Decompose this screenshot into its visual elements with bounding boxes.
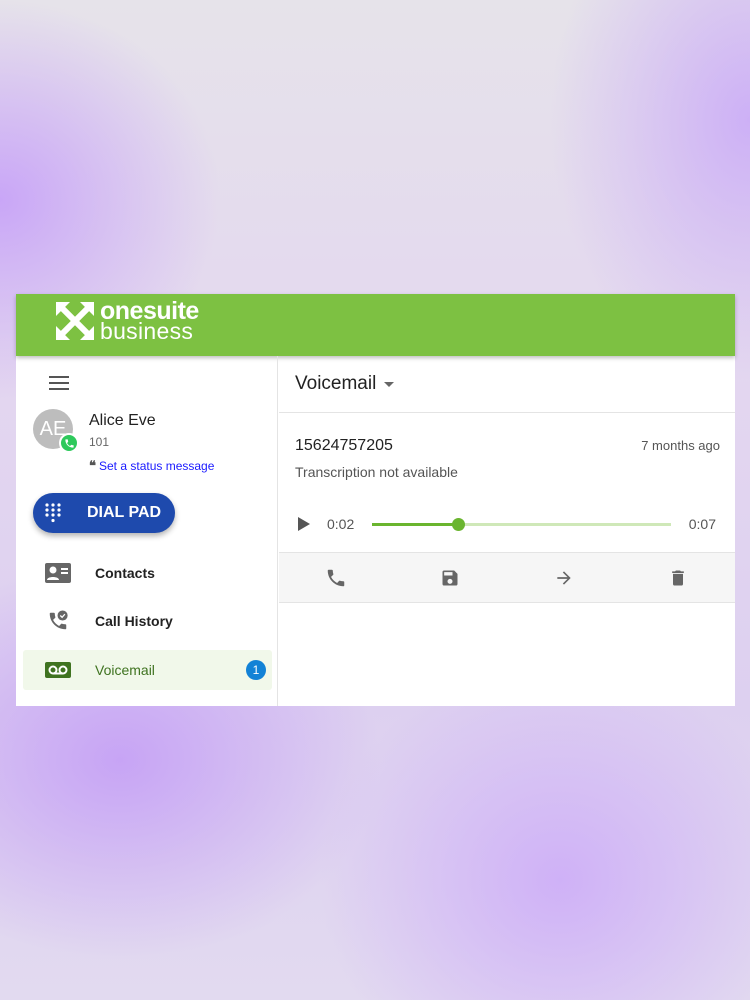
set-status-link[interactable]: ❝ Set a status message xyxy=(89,458,214,474)
call-history-icon xyxy=(45,610,71,632)
transcription-text: Transcription not available xyxy=(295,464,458,480)
page-title: Voicemail xyxy=(295,373,377,394)
call-back-button[interactable] xyxy=(279,553,393,602)
nav-label: Contacts xyxy=(95,565,155,581)
app-window: onesuite business AE Alice Eve 101 ❝ Set a… xyxy=(16,294,735,706)
voicemail-item[interactable]: 15624757205 7 months ago Transcription n… xyxy=(279,413,735,553)
status-link-text: Set a status message xyxy=(99,459,215,473)
presence-phone-icon xyxy=(59,433,79,453)
brand-logo: onesuite business xyxy=(54,299,199,344)
delete-icon xyxy=(672,570,684,585)
dial-pad-label: DIAL PAD xyxy=(87,504,162,521)
nav-item-contacts[interactable]: Contacts xyxy=(23,553,272,593)
dial-pad-button[interactable]: DIAL PAD xyxy=(33,493,175,533)
timestamp: 7 months ago xyxy=(641,438,720,453)
top-bar: onesuite business xyxy=(16,294,735,356)
sidebar: AE Alice Eve 101 ❝ Set a status message D… xyxy=(16,356,278,706)
hamburger-menu-icon[interactable] xyxy=(49,376,69,390)
delete-button[interactable] xyxy=(621,553,735,602)
quote-icon: ❝ xyxy=(89,458,96,473)
logo-text-line2: business xyxy=(100,318,194,344)
save-button[interactable] xyxy=(393,553,507,602)
user-name: Alice Eve xyxy=(89,412,156,429)
play-icon[interactable] xyxy=(298,517,310,531)
nav-item-call-history[interactable]: Call History xyxy=(23,601,272,641)
chevron-down-icon xyxy=(384,381,395,387)
seek-thumb[interactable] xyxy=(451,518,465,531)
voicemail-icon xyxy=(45,662,71,678)
call-icon xyxy=(327,569,345,586)
dialpad-icon xyxy=(45,503,61,523)
forward-icon xyxy=(557,570,571,585)
forward-button[interactable] xyxy=(507,553,621,602)
save-icon xyxy=(442,570,458,585)
voicemail-header-dropdown[interactable]: Voicemail xyxy=(279,356,735,413)
nav-label: Call History xyxy=(95,613,173,629)
seek-slider[interactable] xyxy=(372,518,671,531)
user-extension: 101 xyxy=(89,435,110,449)
current-time: 0:02 xyxy=(327,516,355,532)
main-panel: Voicemail 15624757205 7 months ago Trans… xyxy=(279,356,735,706)
nav-item-voicemail[interactable]: Voicemail 1 xyxy=(23,650,272,690)
voicemail-actions xyxy=(279,553,735,603)
unread-badge: 1 xyxy=(246,660,266,680)
duration: 0:07 xyxy=(688,516,716,532)
progress-fill xyxy=(372,523,458,526)
logo-mark-icon xyxy=(56,302,94,340)
caller-number: 15624757205 xyxy=(295,437,393,454)
contacts-icon xyxy=(45,563,71,583)
nav-label: Voicemail xyxy=(95,662,155,678)
